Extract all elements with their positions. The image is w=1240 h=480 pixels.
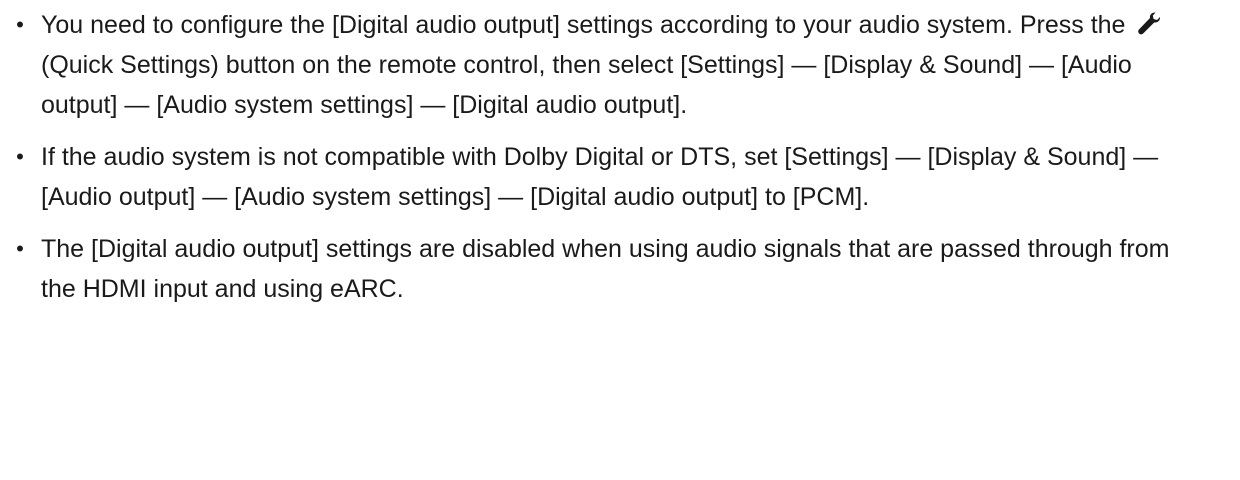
note-text-part-1: You need to configure the [Digital audio… (41, 11, 1133, 39)
list-item: • If the audio system is not compatible w… (0, 137, 1240, 217)
bullet-icon: • (16, 12, 24, 37)
note-text-part-2: (Quick Settings) button on the remote co… (41, 51, 1132, 119)
notes-list: • You need to configure the [Digital audi… (0, 5, 1240, 309)
note-text: If the audio system is not compatible wi… (41, 143, 1159, 211)
bullet-icon: • (16, 236, 24, 261)
note-text: The [Digital audio output] settings are … (41, 235, 1170, 303)
list-item: • The [Digital audio output] settings are… (0, 229, 1240, 309)
bullet-icon: • (16, 144, 24, 169)
wrench-icon (1136, 11, 1164, 37)
list-item: • You need to configure the [Digital audi… (0, 5, 1240, 125)
document-body: • You need to configure the [Digital audi… (0, 0, 1240, 480)
